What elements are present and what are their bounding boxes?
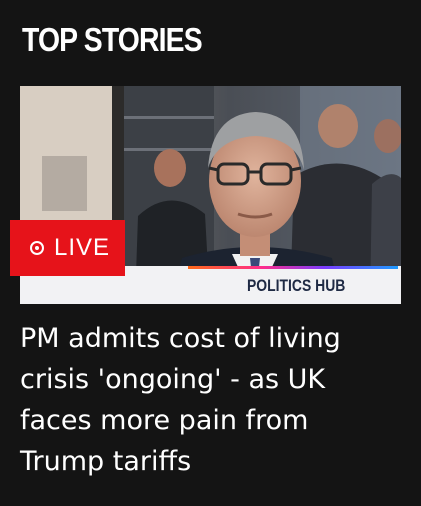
story-headline[interactable]: PM admits cost of living crisis 'ongoing…	[20, 318, 401, 482]
live-badge: LIVE	[10, 220, 125, 276]
brand-stripe	[188, 266, 398, 269]
politics-hub-label: POLITICS HUB	[247, 276, 346, 295]
section-title: TOP STORIES	[22, 21, 203, 58]
story-card[interactable]: POLITICS HUB LIVE PM admits cost of livi…	[10, 86, 401, 506]
live-label: LIVE	[54, 234, 111, 261]
live-dot-icon	[30, 241, 44, 255]
